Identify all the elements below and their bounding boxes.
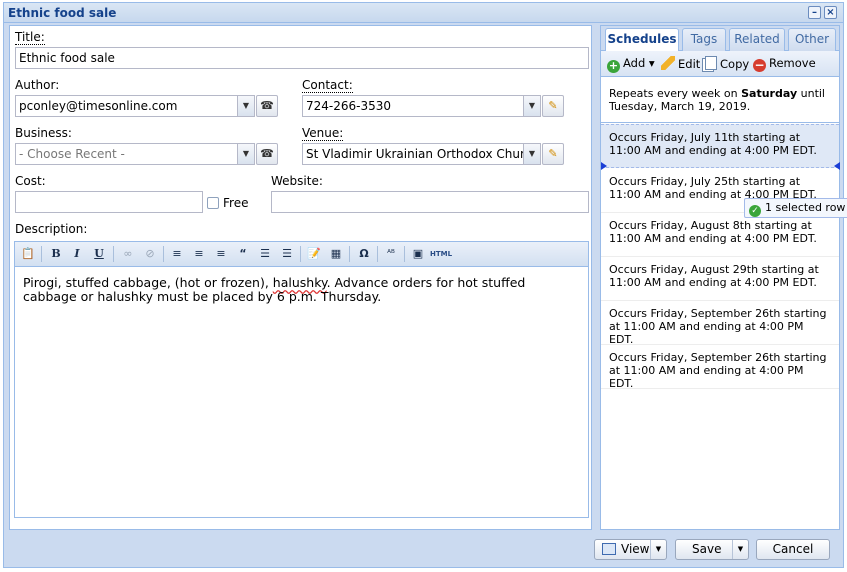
copy-button[interactable]: Copy <box>705 56 749 71</box>
description-editor[interactable]: Pirogi, stuffed cabbage, (hot or frozen)… <box>14 267 589 518</box>
business-label: Business: <box>15 126 72 140</box>
copy-icon <box>705 56 717 70</box>
misspelled-word[interactable]: halushky <box>273 275 327 290</box>
title-input[interactable]: Ethnic food sale <box>15 47 589 69</box>
venue-combo[interactable]: St Vladimir Ukrainian Orthodox Church ▼ <box>302 143 541 165</box>
table-icon[interactable]: ▦ <box>327 245 345 263</box>
add-button[interactable]: + Add ▾ <box>607 56 655 73</box>
view-button[interactable]: View ▼ <box>594 539 667 560</box>
drop-marker-right <box>834 162 840 170</box>
html-source-button[interactable]: HTML <box>429 245 453 263</box>
description-text: Pirogi, stuffed cabbage, (hot or frozen)… <box>23 275 273 290</box>
selected-row-tooltip: ✓ 1 selected row <box>744 198 847 218</box>
business-lookup-icon[interactable]: ☎ <box>256 143 278 165</box>
edit-source-icon[interactable]: 📝 <box>305 245 323 263</box>
drop-marker-left <box>601 162 607 170</box>
spellcheck-icon[interactable]: ᴬᴮ <box>382 245 400 263</box>
contact-edit-pencil-icon[interactable]: ✎ <box>542 95 564 117</box>
chevron-down-icon[interactable]: ▼ <box>650 540 666 559</box>
window-titlebar[interactable]: Ethnic food sale – × <box>4 3 843 23</box>
contact-combo[interactable]: 724-266-3530 ▼ <box>302 95 541 117</box>
chevron-down-icon[interactable]: ▼ <box>523 96 540 116</box>
add-icon: + <box>607 59 620 73</box>
align-right-icon[interactable]: ≡ <box>212 245 230 263</box>
align-center-icon[interactable]: ≡ <box>190 245 208 263</box>
tab-other[interactable]: Other <box>788 28 836 51</box>
author-lookup-icon[interactable]: ☎ <box>256 95 278 117</box>
contact-value: 724-266-3530 <box>306 99 392 113</box>
italic-button[interactable]: I <box>68 245 86 263</box>
editor-toolbar: 📋 B I U ∞ ⊘ ≡ ≡ ≡ “ ☰ ☰ 📝 ▦ Ω ᴬᴮ ▣ HTML <box>14 241 589 267</box>
title-label: Title: <box>15 30 45 45</box>
business-combo[interactable]: - Choose Recent - ▼ <box>15 143 255 165</box>
author-combo[interactable]: pconley@timesonline.com ▼ <box>15 95 255 117</box>
chevron-down-icon[interactable]: ▼ <box>237 144 254 164</box>
schedule-row[interactable]: Occurs Friday, August 29th starting at 1… <box>601 257 839 301</box>
chevron-down-icon[interactable]: ▼ <box>732 540 748 559</box>
business-placeholder: - Choose Recent - <box>19 147 125 161</box>
tab-related[interactable]: Related <box>729 28 785 51</box>
ordered-list-icon[interactable]: ☰ <box>256 245 274 263</box>
event-editor-window: Ethnic food sale – × Title: Ethnic food … <box>3 2 844 568</box>
remove-icon: − <box>753 58 766 72</box>
unlink-icon[interactable]: ⊘ <box>141 245 159 263</box>
cancel-button[interactable]: Cancel <box>756 539 830 560</box>
venue-label: Venue: <box>302 126 344 141</box>
chevron-down-icon[interactable]: ▼ <box>523 144 540 164</box>
check-icon: ✓ <box>749 205 761 217</box>
free-checkbox[interactable] <box>207 197 219 209</box>
repeat-rule-row[interactable]: Repeats every week on Saturday until Tue… <box>601 81 839 123</box>
minimize-icon[interactable]: – <box>808 6 821 19</box>
free-label: Free <box>223 196 249 210</box>
schedules-toolbar: + Add ▾ Edit Copy − Remove <box>601 51 839 77</box>
fullscreen-icon[interactable]: ▣ <box>409 245 427 263</box>
unordered-list-icon[interactable]: ☰ <box>278 245 296 263</box>
schedules-panel: Schedules Tags Related Other + Add ▾ Edit… <box>600 25 840 530</box>
save-button[interactable]: Save ▼ <box>675 539 749 560</box>
author-value: pconley@timesonline.com <box>19 99 178 113</box>
window-title: Ethnic food sale <box>8 6 117 20</box>
side-tabstrip: Schedules Tags Related Other <box>601 26 839 52</box>
underline-button[interactable]: U <box>90 245 108 263</box>
special-char-icon[interactable]: Ω <box>355 245 373 263</box>
contact-label: Contact: <box>302 78 353 93</box>
bold-button[interactable]: B <box>47 245 65 263</box>
schedule-row[interactable]: Occurs Friday, July 11th starting at 11:… <box>601 124 839 168</box>
remove-button[interactable]: − Remove <box>753 56 816 72</box>
blockquote-icon[interactable]: “ <box>234 245 252 263</box>
website-label: Website: <box>271 174 323 188</box>
view-list-icon <box>602 543 616 555</box>
venue-value: St Vladimir Ukrainian Orthodox Church <box>306 147 539 161</box>
author-label: Author: <box>15 78 60 92</box>
cost-label: Cost: <box>15 174 46 188</box>
edit-button[interactable]: Edit <box>661 56 700 71</box>
tab-tags[interactable]: Tags <box>682 28 726 51</box>
paste-icon[interactable]: 📋 <box>19 245 37 263</box>
schedule-row[interactable]: Occurs Friday, August 8th starting at 11… <box>601 213 839 257</box>
pencil-icon <box>661 56 675 70</box>
description-label: Description: <box>15 222 88 236</box>
link-icon[interactable]: ∞ <box>119 245 137 263</box>
schedule-row[interactable]: Occurs Friday, September 26th starting a… <box>601 345 839 390</box>
close-icon[interactable]: × <box>824 6 837 19</box>
align-left-icon[interactable]: ≡ <box>168 245 186 263</box>
website-input[interactable] <box>271 191 589 213</box>
schedule-row[interactable]: Occurs Friday, September 26th starting a… <box>601 301 839 346</box>
cost-input[interactable] <box>15 191 203 213</box>
tab-schedules[interactable]: Schedules <box>605 28 679 52</box>
chevron-down-icon[interactable]: ▼ <box>237 96 254 116</box>
venue-edit-pencil-icon[interactable]: ✎ <box>542 143 564 165</box>
